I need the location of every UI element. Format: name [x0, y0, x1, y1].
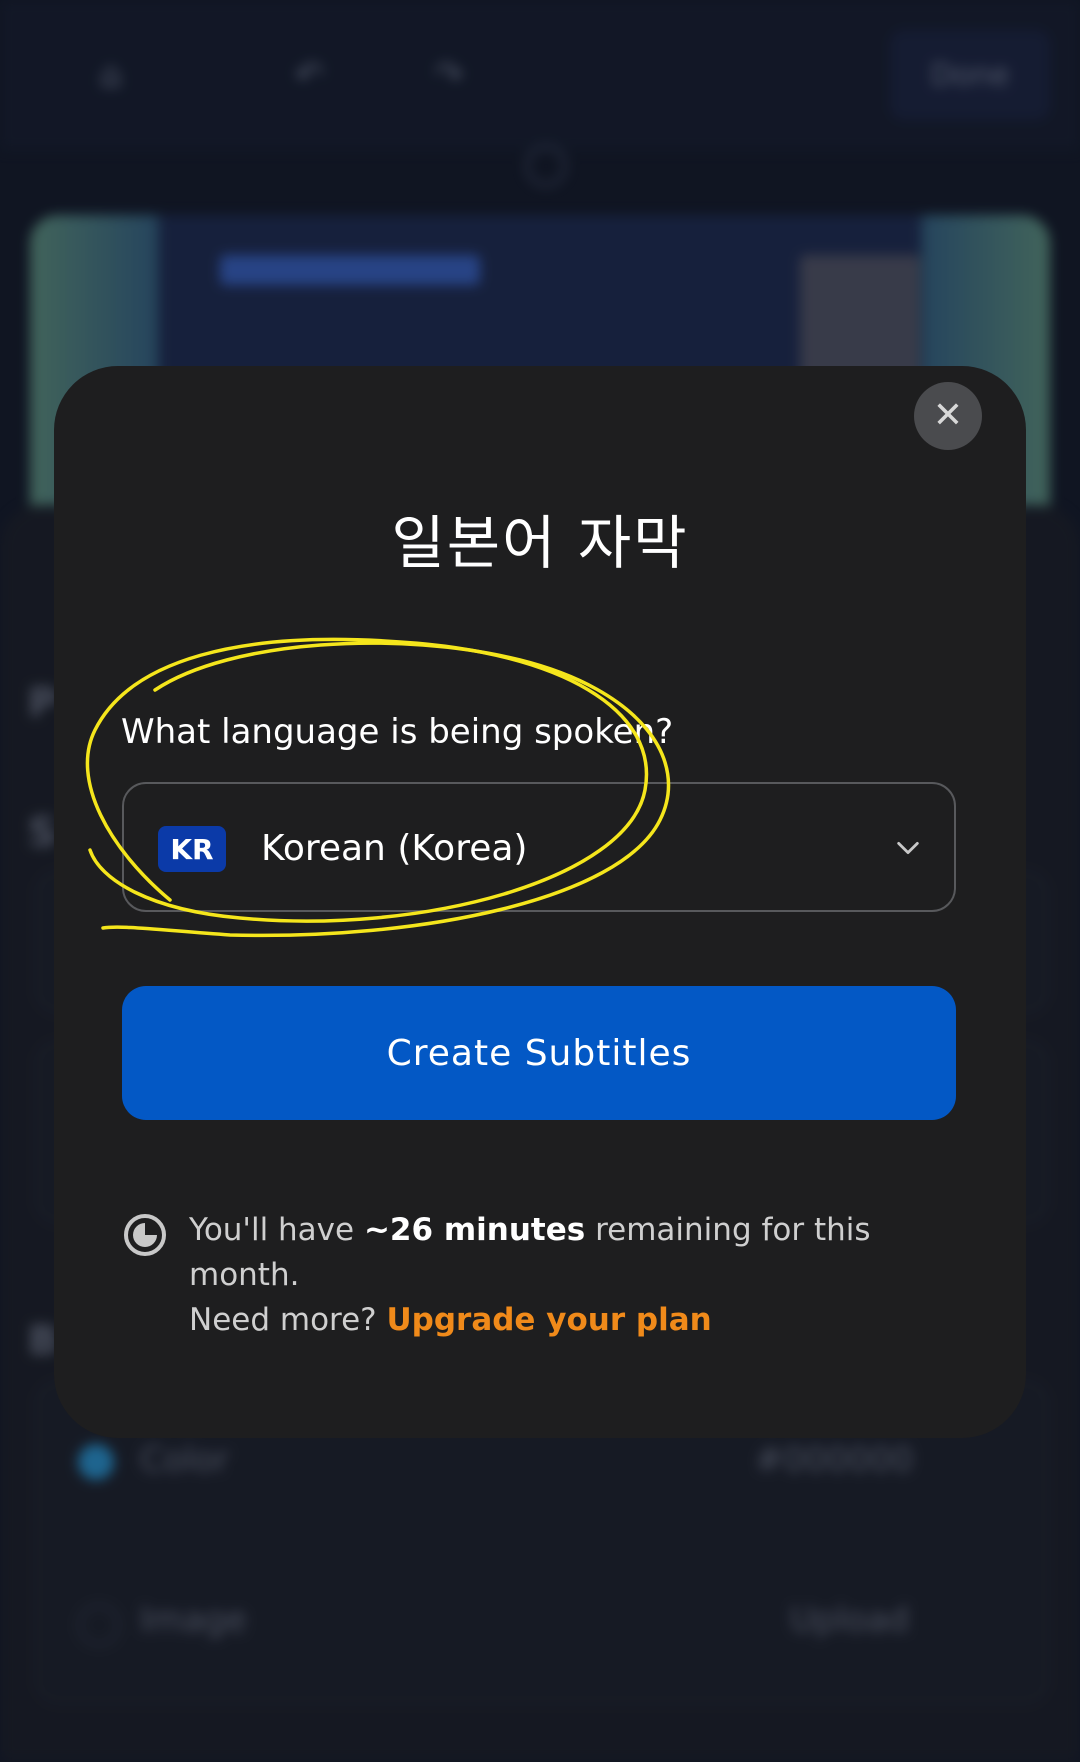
- image-row-label: Image: [140, 1600, 247, 1640]
- chevron-down-icon: [897, 841, 919, 855]
- clock-icon: [124, 1214, 166, 1256]
- usage-prefix: You'll have: [189, 1212, 364, 1248]
- language-label: Korean (Korea): [261, 828, 528, 869]
- undo-icon: ↶: [295, 55, 324, 95]
- dialog-title: 일본어 자막: [391, 509, 689, 577]
- upgrade-plan-link[interactable]: Upgrade your plan: [386, 1302, 711, 1338]
- image-row-value: Upload: [790, 1600, 910, 1640]
- language-select[interactable]: KR Korean (Korea): [122, 782, 956, 912]
- usage-amount: ~26 minutes: [363, 1212, 586, 1248]
- loading-icon: [525, 145, 567, 187]
- subtitle-dialog: ✕ 일본어 자막 What language is being spoken? …: [54, 366, 1026, 1438]
- language-question: What language is being spoken?: [121, 712, 674, 752]
- usage-info: You'll have ~26 minutes remaining for th…: [189, 1208, 969, 1343]
- create-subtitles-button[interactable]: Create Subtitles: [122, 986, 956, 1120]
- section-label: P: [28, 680, 58, 726]
- section-label: S: [28, 810, 57, 856]
- home-icon: ⌂: [100, 55, 122, 95]
- need-more-text: Need more?: [189, 1302, 387, 1338]
- top-bar: ⌂ ↶ ↷ Done: [0, 0, 1080, 150]
- image-radio: [78, 1604, 120, 1646]
- redo-icon: ↷: [435, 55, 464, 95]
- color-row-value: #000000: [755, 1440, 914, 1480]
- close-button[interactable]: ✕: [914, 382, 982, 450]
- flag-badge: KR: [158, 826, 226, 872]
- color-row-label: Color: [140, 1440, 229, 1480]
- close-icon: ✕: [932, 395, 964, 436]
- color-radio: [78, 1444, 114, 1480]
- done-button: Done: [890, 30, 1050, 120]
